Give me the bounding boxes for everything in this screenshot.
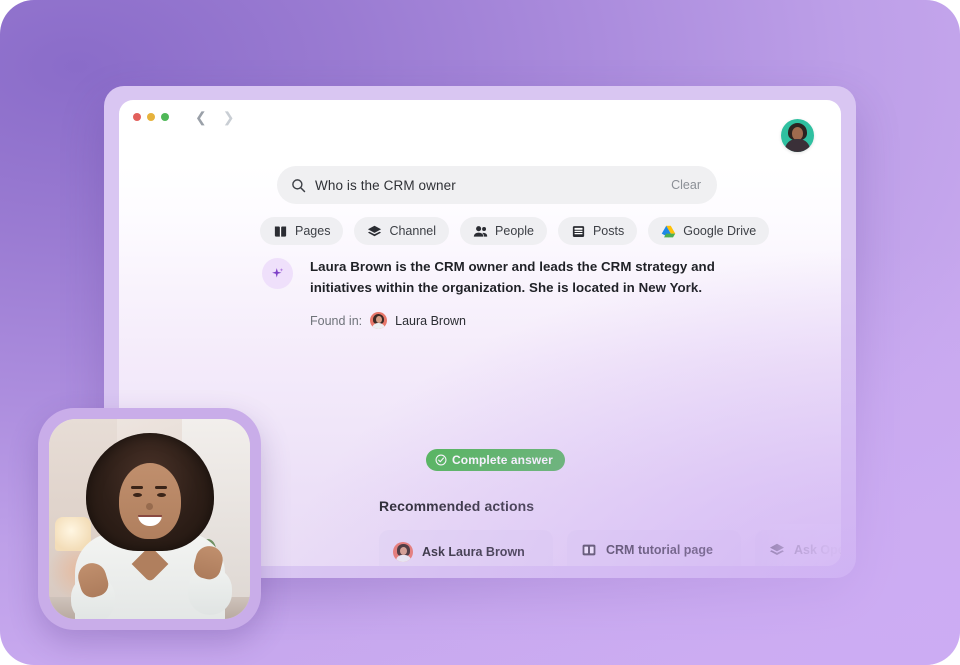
avatar-body <box>785 139 810 152</box>
recommended-actions-title: Recommended actions <box>379 498 535 514</box>
post-icon <box>572 225 585 237</box>
filter-chip-label: People <box>495 224 534 238</box>
book-open-icon <box>582 544 596 556</box>
check-circle-icon <box>435 454 447 466</box>
search-bar[interactable]: Who is the CRM owner Clear <box>277 166 717 204</box>
background-canvas: ❮ ❯ Who is the CRM owner Clear Pages Cha… <box>0 0 960 665</box>
filter-chip-label: Pages <box>295 224 331 238</box>
card-title: Ask Operations <box>794 543 841 557</box>
nav-controls: ❮ ❯ <box>195 110 234 124</box>
maximize-window-button[interactable] <box>161 113 169 121</box>
action-card-ask-operations[interactable]: Ask Operations Start a discussion in the… <box>755 530 841 566</box>
filter-chip-label: Posts <box>592 224 625 238</box>
filter-chip-label: Channel <box>389 224 437 238</box>
found-in-label: Found in: <box>310 313 363 328</box>
action-card-ask-laura-brown[interactable]: Ask Laura Brown Get more information abo… <box>379 530 553 566</box>
people-icon <box>473 225 488 237</box>
ai-answer: Laura Brown is the CRM owner and leads t… <box>262 256 742 329</box>
action-card-crm-tutorial-page[interactable]: CRM tutorial page View more information … <box>567 530 741 566</box>
filter-chip-people[interactable]: People <box>460 217 547 245</box>
layers-icon <box>368 225 382 236</box>
avatar[interactable] <box>781 119 814 152</box>
minimize-window-button[interactable] <box>147 113 155 121</box>
card-header: Ask Laura Brown <box>393 542 539 562</box>
filter-chip-channel[interactable]: Channel <box>354 217 450 245</box>
found-in-source[interactable]: Laura Brown <box>395 314 466 328</box>
filter-chips: Pages Channel People Posts Google Drive <box>260 217 770 245</box>
filter-chip-label: Google Drive <box>683 224 757 238</box>
answer-text: Laura Brown is the CRM owner and leads t… <box>310 259 715 295</box>
filter-chip-posts[interactable]: Posts <box>557 217 638 245</box>
recommended-actions-list: Ask Laura Brown Get more information abo… <box>379 530 841 566</box>
video-image <box>49 419 250 619</box>
person-eyebrow-left <box>131 486 143 489</box>
window-titlebar: ❮ ❯ <box>119 100 841 134</box>
person-eye-left <box>133 493 142 497</box>
status-badge-label: Complete answer <box>452 453 553 467</box>
card-title: CRM tutorial page <box>606 543 713 557</box>
person-eyebrow-right <box>155 486 167 489</box>
person-face <box>118 463 181 539</box>
found-in-row: Found in: Laura Brown <box>310 312 742 329</box>
sparkle-icon <box>272 268 284 278</box>
sparkle-badge <box>262 258 293 289</box>
card-header: Ask Operations <box>769 542 841 558</box>
filter-chip-google-drive[interactable]: Google Drive <box>648 217 770 245</box>
book-icon <box>274 225 287 237</box>
person-nose <box>146 503 153 510</box>
search-input[interactable]: Who is the CRM owner <box>315 178 671 193</box>
card-header: CRM tutorial page <box>581 542 727 558</box>
chevron-left-icon[interactable]: ❮ <box>195 110 207 124</box>
layers-icon <box>770 543 784 555</box>
person-eye-right <box>157 493 166 497</box>
google-drive-icon <box>661 225 676 237</box>
laura-brown-avatar <box>370 312 388 329</box>
close-window-button[interactable] <box>133 113 141 121</box>
laura-brown-avatar <box>393 542 413 562</box>
status-badge[interactable]: Complete answer <box>426 449 565 471</box>
card-title: Ask Laura Brown <box>422 545 525 559</box>
video-thumbnail[interactable] <box>38 408 261 630</box>
clear-search-button[interactable]: Clear <box>671 178 701 192</box>
search-icon <box>292 178 306 192</box>
answer-body: Laura Brown is the CRM owner and leads t… <box>310 256 742 329</box>
chevron-right-icon[interactable]: ❯ <box>223 110 235 124</box>
filter-chip-pages[interactable]: Pages <box>260 217 344 245</box>
